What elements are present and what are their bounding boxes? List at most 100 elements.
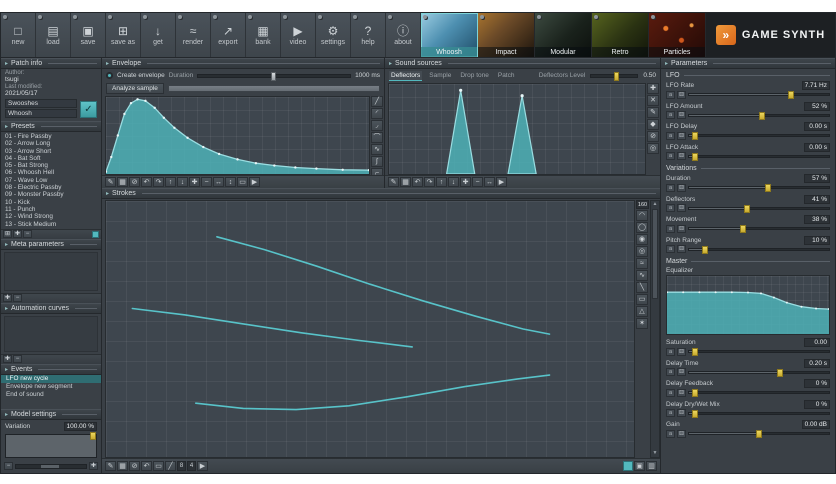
preset-action-icon[interactable]: ✚ (13, 230, 22, 239)
stroke-shape-button[interactable]: ∿ (636, 270, 648, 281)
preset-item[interactable]: 03 - Arrow Short (1, 148, 101, 155)
slider-handle[interactable] (691, 409, 698, 418)
stroke-option-icon[interactable]: ▣ (634, 461, 645, 471)
model-tab[interactable]: Particles (649, 13, 706, 57)
envelope-graph[interactable] (105, 96, 370, 175)
model-tab[interactable]: Whoosh (421, 13, 478, 57)
stroke-tool-icon[interactable]: ▦ (117, 461, 128, 471)
deflector-tool-button[interactable]: ✚ (647, 83, 659, 94)
preset-action-icon[interactable]: ⊞ (3, 230, 12, 239)
curve-shape-button[interactable]: ⌒ (371, 132, 383, 143)
randomize-dice-icon[interactable]: ⚄ (677, 368, 686, 376)
sound-source-tool-icon[interactable]: ↶ (412, 177, 423, 187)
preset-item[interactable]: 09 - Monster Passby (1, 191, 101, 198)
parameter-slider[interactable] (688, 245, 830, 254)
presets-header[interactable]: ▸ Presets (1, 121, 101, 132)
toolbar-button[interactable]: ↗ export (211, 13, 246, 57)
automation-toggle-icon[interactable]: a (666, 245, 675, 253)
envelope-tool-icon[interactable]: ✚ (189, 177, 200, 187)
slider-handle[interactable] (788, 91, 795, 99)
preset-item[interactable]: 08 - Electric Passby (1, 184, 101, 191)
automation-toggle-icon[interactable]: a (666, 429, 675, 438)
slider-handle[interactable] (691, 152, 698, 161)
envelope-tool-icon[interactable]: ⊘ (129, 177, 140, 187)
preset-item[interactable]: 11 - Punch (1, 206, 101, 213)
envelope-header[interactable]: ▸ Envelope (102, 58, 384, 69)
patch-thumbnail[interactable]: ✓ (80, 100, 97, 118)
stroke-shape-button[interactable]: △ (636, 306, 648, 317)
parameter-slider[interactable] (688, 348, 830, 356)
sound-source-tool-icon[interactable]: ▶ (496, 177, 507, 187)
sound-sources-header[interactable]: ▸ Sound sources (385, 58, 660, 69)
stroke-shape-button[interactable]: ◉ (636, 234, 648, 245)
stroke-shape-button[interactable]: ◎ (636, 246, 648, 257)
zoom-out-icon[interactable]: − (4, 462, 13, 470)
stroke-tool-icon[interactable]: ╱ (165, 461, 176, 471)
preset-item[interactable]: 13 - Stick Medium (1, 221, 101, 228)
envelope-tool-icon[interactable]: ↓ (177, 177, 188, 187)
randomize-dice-icon[interactable]: ⚄ (677, 409, 686, 417)
event-item[interactable]: LFO new cycle (1, 374, 101, 383)
randomize-dice-icon[interactable]: ⚄ (677, 111, 686, 119)
randomize-dice-icon[interactable]: ⚄ (677, 183, 686, 192)
event-item[interactable]: End of sound (1, 391, 101, 399)
stroke-number-box[interactable]: 4 (187, 461, 196, 471)
sound-source-tool-icon[interactable]: ▦ (400, 177, 411, 187)
sound-source-tool-icon[interactable]: ↷ (424, 177, 435, 187)
toolbar-button[interactable]: ↓ get (141, 13, 176, 57)
parameter-slider[interactable] (688, 409, 830, 418)
stroke-size-value[interactable]: 160 (636, 200, 649, 209)
automation-curve-action-icon[interactable]: − (13, 355, 22, 364)
parameter-slider[interactable] (688, 389, 830, 397)
preset-item[interactable]: 02 - Arrow Long (1, 140, 101, 147)
slider-handle[interactable] (743, 204, 750, 213)
envelope-tool-icon[interactable]: ↔ (213, 177, 224, 187)
stroke-number-box[interactable]: 8 (177, 461, 186, 471)
randomize-dice-icon[interactable]: ⚄ (677, 429, 686, 438)
envelope-tool-icon[interactable]: ✎ (105, 177, 116, 187)
toolbar-button[interactable]: ▤ load (36, 13, 71, 57)
parameter-slider[interactable] (688, 111, 830, 120)
envelope-tool-icon[interactable]: ↑ (165, 177, 176, 187)
patch-info-header[interactable]: ▸ Patch info (1, 58, 101, 69)
slider-handle[interactable] (691, 132, 698, 140)
preset-item[interactable]: 06 - Whoosh Hell (1, 169, 101, 176)
parameter-slider[interactable] (688, 368, 830, 377)
curve-shape-button[interactable]: ∫ (371, 156, 383, 167)
toolbar-button[interactable]: ⚙ settings (316, 13, 351, 57)
deflector-tool-button[interactable]: ◎ (647, 143, 659, 154)
deflector-tool-button[interactable]: ✕ (647, 95, 659, 106)
deflector-tool-button[interactable]: ⊘ (647, 131, 659, 142)
meta-parameters-header[interactable]: ▸ Meta parameters (1, 238, 101, 250)
scroll-up-icon[interactable]: ▲ (653, 201, 658, 208)
sound-source-tab[interactable]: Sample (427, 71, 453, 81)
automation-toggle-icon[interactable]: a (666, 131, 675, 140)
model-tab[interactable]: Modular (535, 13, 592, 57)
equalizer-graph[interactable] (666, 275, 830, 335)
randomize-dice-icon[interactable]: ⚄ (677, 152, 686, 160)
parameter-slider[interactable] (688, 91, 830, 99)
randomize-dice-icon[interactable]: ⚄ (677, 204, 686, 212)
preset-color-swatch[interactable] (92, 230, 99, 238)
stroke-tool-icon[interactable]: ↶ (141, 461, 152, 471)
preset-item[interactable]: 12 - Wind Strong (1, 213, 101, 220)
stroke-shape-button[interactable]: ▭ (636, 294, 648, 305)
envelope-tool-icon[interactable]: ▶ (249, 177, 260, 187)
slider-handle[interactable] (691, 348, 698, 356)
events-header[interactable]: ▸ Events (1, 363, 101, 375)
preset-item[interactable]: 10 - Kick (1, 199, 101, 206)
zoom-scrollbar[interactable] (15, 463, 87, 469)
sound-source-tool-icon[interactable]: ✚ (460, 177, 471, 187)
strokes-header[interactable]: ▸ Strokes (102, 188, 660, 199)
sound-source-tool-icon[interactable]: ✎ (388, 177, 399, 187)
variation-slider[interactable] (5, 431, 97, 458)
automation-toggle-icon[interactable]: a (666, 368, 675, 376)
stroke-shape-button[interactable]: ✶ (636, 318, 648, 329)
toolbar-button[interactable]: ⊞ save as (106, 13, 141, 57)
parameter-slider[interactable] (688, 430, 830, 438)
envelope-tool-icon[interactable]: ↕ (225, 177, 236, 187)
envelope-tool-icon[interactable]: − (201, 177, 212, 187)
envelope-tool-icon[interactable]: ↶ (141, 177, 152, 187)
model-settings-header[interactable]: ▸ Model settings (1, 408, 101, 420)
parameter-slider[interactable] (688, 184, 830, 192)
